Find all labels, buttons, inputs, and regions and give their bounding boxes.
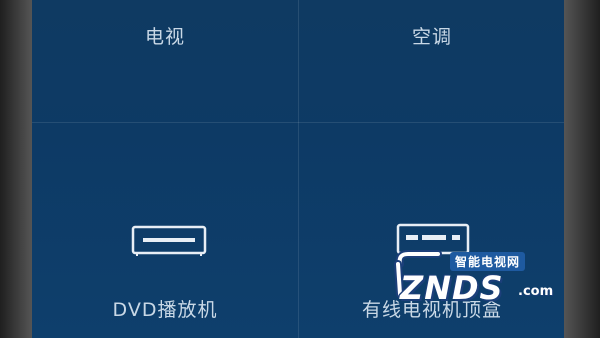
device-tile-dvd-player[interactable]: DVD播放机 [32, 123, 298, 338]
watermark-logo-text: ZNDS [400, 269, 504, 307]
znds-watermark: 智能电视网 ZNDS .com [390, 222, 560, 312]
device-tile-air-conditioner[interactable]: 空调 [299, 0, 564, 122]
dvd-player-icon [131, 225, 207, 256]
device-label-dvd-player: DVD播放机 [112, 299, 218, 321]
right-bezel [564, 0, 600, 338]
left-bezel [0, 0, 32, 338]
device-label-air-conditioner: 空调 [411, 26, 452, 48]
device-tile-tv[interactable]: 电视 [32, 0, 298, 122]
watermark-domain-suffix: .com [518, 284, 554, 299]
device-label-tv: 电视 [144, 26, 185, 48]
